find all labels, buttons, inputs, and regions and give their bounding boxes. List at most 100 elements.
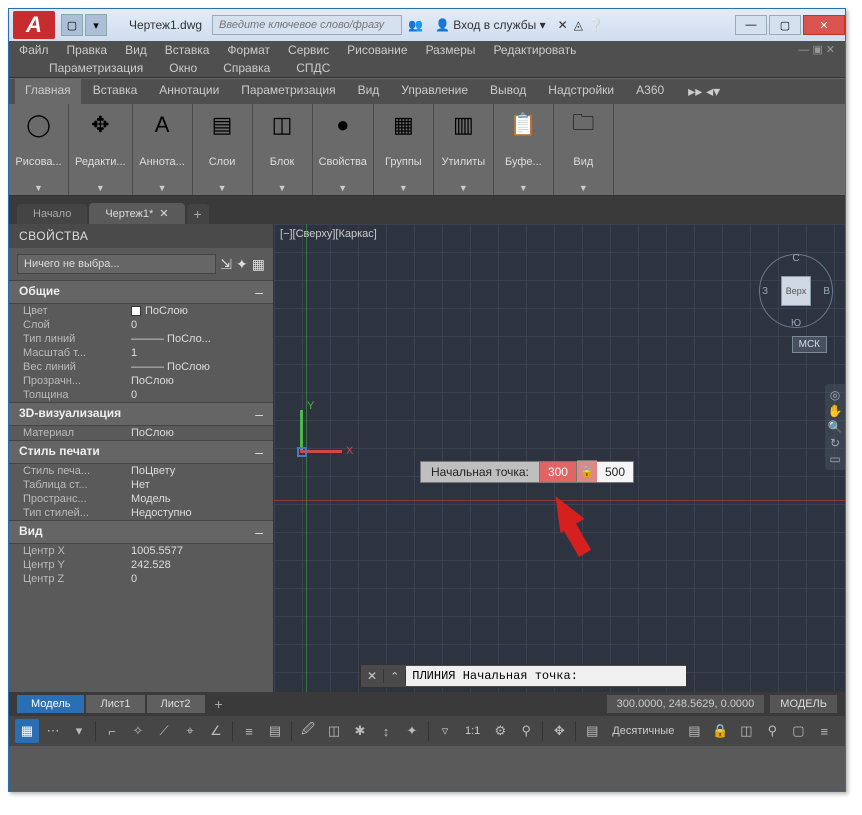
osnap-icon[interactable]: ⌖ bbox=[178, 719, 202, 743]
property-row[interactable]: Слой0 bbox=[9, 318, 273, 332]
menu-tools[interactable]: Сервис bbox=[288, 43, 329, 57]
workspace-icon[interactable]: ✥ bbox=[547, 719, 571, 743]
otrack-icon[interactable]: ∠ bbox=[204, 719, 228, 743]
property-row[interactable]: Таблица ст...Нет bbox=[9, 478, 273, 492]
ribbon-panel-4[interactable]: ◫Блок▼ bbox=[253, 104, 313, 195]
viewcube-face[interactable]: Верх bbox=[781, 276, 811, 306]
binoculars-icon[interactable]: 👥 bbox=[408, 18, 423, 32]
tab-sheet2[interactable]: Лист2 bbox=[147, 695, 205, 713]
property-row[interactable]: Вес линий——— ПоСлою bbox=[9, 360, 273, 374]
ribbon-panel-3[interactable]: ▤Слои▼ bbox=[193, 104, 253, 195]
property-value[interactable]: ——— ПоСло... bbox=[127, 333, 273, 345]
menu-file[interactable]: Файл bbox=[19, 43, 49, 57]
cycling-icon[interactable]: 🖉 bbox=[296, 719, 320, 743]
menu-parametric[interactable]: Параметризация bbox=[49, 61, 143, 75]
menu-dimension[interactable]: Размеры bbox=[426, 43, 476, 57]
exchange-icon[interactable]: ✕ bbox=[558, 18, 568, 32]
add-layout-button[interactable]: + bbox=[207, 696, 231, 712]
property-value[interactable]: 242.528 bbox=[127, 559, 273, 571]
chevron-down-icon[interactable]: ▼ bbox=[459, 183, 468, 193]
units-label[interactable]: Десятичные bbox=[606, 725, 680, 737]
property-value[interactable]: ——— ПоСлою bbox=[127, 361, 273, 373]
annovis-icon[interactable]: ⚲ bbox=[514, 719, 538, 743]
collapse-icon[interactable]: – bbox=[255, 284, 263, 300]
pan-icon[interactable]: ✋ bbox=[826, 404, 844, 418]
tab-model[interactable]: Модель bbox=[17, 695, 84, 713]
close-icon[interactable]: ✕ bbox=[159, 207, 168, 220]
property-value[interactable]: Нет bbox=[127, 479, 273, 491]
property-row[interactable]: МатериалПоСлою bbox=[9, 426, 273, 440]
property-row[interactable]: Центр Z0 bbox=[9, 572, 273, 586]
space-toggle[interactable]: МОДЕЛЬ bbox=[770, 695, 837, 713]
clean-screen-icon[interactable]: ▢ bbox=[786, 719, 810, 743]
units-icon[interactable]: ▤ bbox=[580, 719, 604, 743]
viewcube-south[interactable]: Ю bbox=[791, 318, 801, 329]
collapse-icon[interactable]: – bbox=[255, 524, 263, 540]
property-value[interactable]: ПоСлою bbox=[127, 375, 273, 387]
lock-ui-icon[interactable]: 🔒 bbox=[708, 719, 732, 743]
ribbon-tab-a360[interactable]: A360 bbox=[626, 79, 674, 104]
ribbon-panel-2[interactable]: AАннота...▼ bbox=[133, 104, 193, 195]
polar-icon[interactable]: ✧ bbox=[126, 719, 150, 743]
chevron-down-icon[interactable]: ▼ bbox=[338, 183, 347, 193]
coordinate-system-label[interactable]: МСК bbox=[792, 336, 827, 353]
drawing-canvas[interactable]: [−][Сверху][Каркас] С Ю В З Верх МСК Y X… bbox=[274, 224, 845, 692]
command-input[interactable] bbox=[406, 666, 686, 686]
menu-help[interactable]: Справка bbox=[223, 61, 270, 75]
gear-icon[interactable]: ⚙ bbox=[488, 719, 512, 743]
open-icon[interactable]: ▾ bbox=[85, 14, 107, 36]
ribbon-panel-9[interactable]: 🗀Вид▼ bbox=[554, 104, 614, 195]
ribbon-tab-home[interactable]: Главная bbox=[15, 79, 81, 104]
property-value[interactable]: Недоступно bbox=[127, 507, 273, 519]
property-category[interactable]: Вид– bbox=[9, 520, 273, 544]
property-row[interactable]: Прозрачн...ПоСлою bbox=[9, 374, 273, 388]
property-row[interactable]: Тип стилей...Недоступно bbox=[9, 506, 273, 520]
filtering-icon[interactable]: ↕ bbox=[374, 719, 398, 743]
menu-view[interactable]: Вид bbox=[125, 43, 147, 57]
chevron-down-icon[interactable]: ▼ bbox=[158, 183, 167, 193]
3dosnap-icon[interactable]: ◫ bbox=[322, 719, 346, 743]
ortho-icon[interactable]: ⌐ bbox=[100, 719, 124, 743]
ribbon-panel-7[interactable]: ▥Утилиты▼ bbox=[434, 104, 494, 195]
viewcube-north[interactable]: С bbox=[792, 253, 799, 264]
close-button[interactable]: ✕ bbox=[803, 15, 845, 35]
menu-spds[interactable]: СПДС bbox=[296, 61, 330, 75]
property-value[interactable]: Модель bbox=[127, 493, 273, 505]
chevron-down-icon[interactable]: ▼ bbox=[519, 183, 528, 193]
property-value[interactable]: ПоСлою bbox=[127, 305, 273, 317]
ribbon-tab-addins[interactable]: Надстройки bbox=[538, 79, 624, 104]
viewcube-east[interactable]: В bbox=[823, 286, 830, 297]
zoom-icon[interactable]: 🔍 bbox=[826, 420, 844, 434]
iso-icon[interactable]: ⟋ bbox=[152, 719, 176, 743]
transparency-icon[interactable]: ▤ bbox=[263, 719, 287, 743]
lock-icon[interactable]: 🔒 bbox=[577, 460, 597, 483]
quickprops-icon[interactable]: ▤ bbox=[682, 719, 706, 743]
anno-scale-value[interactable]: 1:1 bbox=[459, 725, 486, 737]
iso-view-icon[interactable]: ◫ bbox=[734, 719, 758, 743]
login-link[interactable]: 👤 Вход в службы ▾ bbox=[435, 18, 546, 32]
orbit-icon[interactable]: ↻ bbox=[826, 436, 844, 450]
chevron-down-icon[interactable]: ▼ bbox=[34, 183, 43, 193]
ribbon-tab-insert[interactable]: Вставка bbox=[83, 79, 148, 104]
help-icon[interactable]: ❔ bbox=[589, 18, 604, 32]
cmd-close-icon[interactable]: ✕ bbox=[361, 669, 384, 683]
property-row[interactable]: ЦветПоСлою bbox=[9, 304, 273, 318]
ribbon-tab-more[interactable]: ▸▸ ◂▾ bbox=[678, 79, 730, 104]
maximize-button[interactable]: ▢ bbox=[769, 15, 801, 35]
cmd-history-icon[interactable]: ⌃ bbox=[384, 670, 406, 683]
selection-combo[interactable]: Ничего не выбра... bbox=[17, 254, 216, 274]
ribbon-tab-output[interactable]: Вывод bbox=[480, 79, 536, 104]
ribbon-panel-1[interactable]: ✥Редакти...▼ bbox=[69, 104, 133, 195]
property-row[interactable]: Центр X1005.5577 bbox=[9, 544, 273, 558]
quickselect-icon[interactable]: ⇲ bbox=[220, 256, 232, 273]
menu-edit[interactable]: Правка bbox=[67, 43, 108, 57]
chevron-down-icon[interactable]: ▼ bbox=[218, 183, 227, 193]
pickadd-icon[interactable]: ✦ bbox=[236, 256, 248, 273]
showmotion-icon[interactable]: ▭ bbox=[826, 452, 844, 466]
snap-icon[interactable]: ⋯ bbox=[41, 719, 65, 743]
selectobjects-icon[interactable]: ▦ bbox=[252, 256, 265, 273]
property-value[interactable]: 1005.5577 bbox=[127, 545, 273, 557]
property-value[interactable]: ПоСлою bbox=[127, 427, 273, 439]
property-value[interactable]: 0 bbox=[127, 389, 273, 401]
help-search-input[interactable] bbox=[212, 15, 402, 35]
